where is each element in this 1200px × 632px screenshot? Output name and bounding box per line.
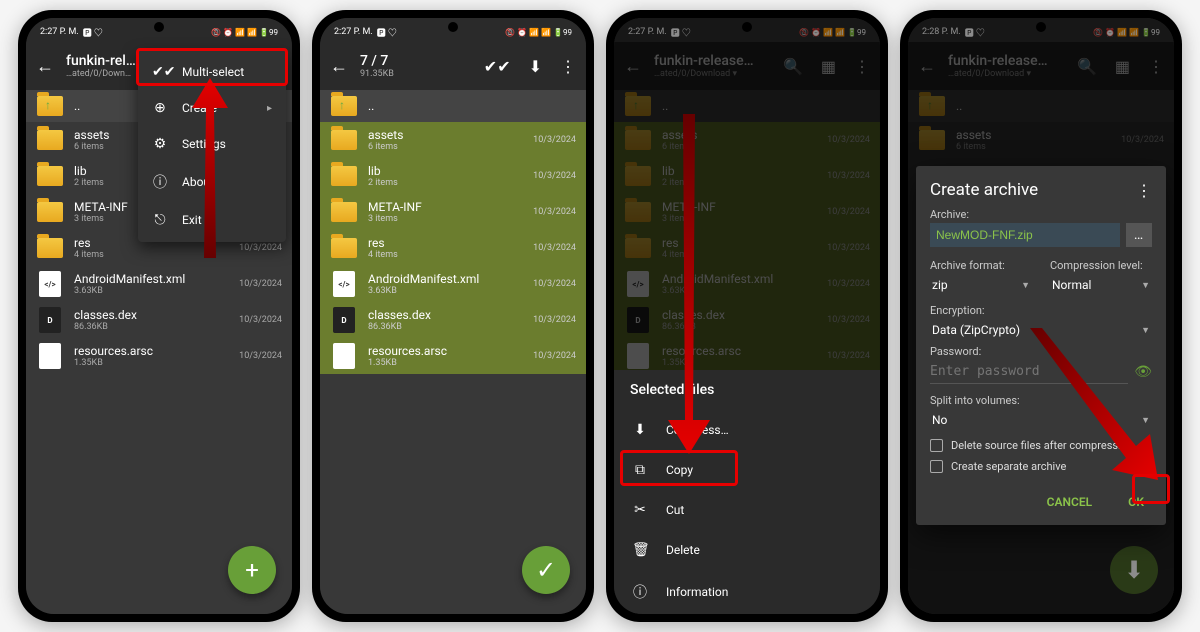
create-archive-dialog: Create archive ⋮ Archive: … Archive form… xyxy=(916,166,1166,525)
sheet-compress[interactable]: ⬇ Compress… xyxy=(614,410,880,450)
plus-circle-icon: ⊕ xyxy=(152,100,168,116)
separate-archive-checkbox[interactable]: Create separate archive xyxy=(930,460,1152,473)
split-volumes-select[interactable]: No▼ xyxy=(930,409,1152,431)
menu-about[interactable]: ⓘ About xyxy=(138,162,286,202)
archive-label: Archive: xyxy=(930,208,1152,221)
exit-icon: ⎋ xyxy=(152,212,168,228)
cut-icon: ✂ xyxy=(632,502,648,518)
chevron-right-icon: ▸ xyxy=(267,103,272,114)
chevron-down-icon: ▼ xyxy=(1021,280,1030,291)
menu-settings[interactable]: ⚙ Settings xyxy=(138,126,286,162)
multi-select-icon: ✔✔ xyxy=(152,64,168,80)
list-item[interactable]: resources.arsc1.35KB 10/3/2024 xyxy=(320,338,586,374)
sheet-delete[interactable]: 🗑 Delete xyxy=(614,530,880,570)
list-item[interactable]: D classes.dex86.36KB 10/3/2024 xyxy=(320,302,586,338)
overflow-icon[interactable]: ⋮ xyxy=(560,57,576,76)
sheet-title: Selected files xyxy=(614,370,880,410)
menu-create[interactable]: ⊕ Create ▸ xyxy=(138,90,286,126)
gear-icon: ⚙ xyxy=(152,136,168,152)
archive-format-select[interactable]: zip▼ xyxy=(930,274,1032,296)
menu-exit[interactable]: ⎋ Exit xyxy=(138,202,286,238)
sheet-information[interactable]: ⓘ Information xyxy=(614,570,880,614)
compression-level-select[interactable]: Normal▼ xyxy=(1050,274,1152,296)
back-icon[interactable]: ← xyxy=(330,56,348,77)
list-item[interactable]: </> AndroidManifest.xml3.63KB 10/3/2024 xyxy=(26,266,292,302)
menu-multi-select[interactable]: ✔✔ Multi-select xyxy=(138,54,286,90)
cancel-button[interactable]: CANCEL xyxy=(1039,489,1100,515)
fab-add[interactable]: + xyxy=(228,546,276,594)
chevron-down-icon: ▼ xyxy=(1141,415,1150,426)
list-item[interactable]: META-INF3 items 10/3/2024 xyxy=(320,194,586,230)
archive-name-input[interactable] xyxy=(930,223,1120,247)
sheet-cut[interactable]: ✂ Cut xyxy=(614,490,880,530)
delete-source-checkbox[interactable]: Delete source files after compression xyxy=(930,439,1152,452)
password-input[interactable] xyxy=(930,360,1128,384)
eye-icon[interactable]: 👁 xyxy=(1134,364,1152,380)
trash-icon: 🗑 xyxy=(632,542,648,558)
dialog-title: Create archive xyxy=(930,180,1038,200)
fab-confirm[interactable]: ✓ xyxy=(522,546,570,594)
compress-icon: ⬇ xyxy=(632,422,648,438)
list-item[interactable]: assets6 items 10/3/2024 xyxy=(320,122,586,158)
encryption-select[interactable]: Data (ZipCrypto)▼ xyxy=(930,319,1152,341)
chevron-down-icon: ▼ xyxy=(1141,280,1150,291)
selection-count: 7 / 7 xyxy=(360,53,466,69)
download-icon[interactable]: ⬇ xyxy=(529,57,542,76)
info-icon: ⓘ xyxy=(632,582,648,602)
list-item[interactable]: lib2 items 10/3/2024 xyxy=(320,158,586,194)
info-icon: ⓘ xyxy=(152,172,168,192)
selection-size: 91.35KB xyxy=(360,69,466,79)
bottom-sheet: Selected files ⬇ Compress… ⧉ Copy ✂ Cut … xyxy=(614,370,880,614)
copy-icon: ⧉ xyxy=(632,462,648,478)
list-item[interactable]: D classes.dex86.36KB 10/3/2024 xyxy=(26,302,292,338)
sheet-copy[interactable]: ⧉ Copy xyxy=(614,450,880,490)
list-item[interactable]: resources.arsc1.35KB 10/3/2024 xyxy=(26,338,292,374)
select-all-icon[interactable]: ✔✔ xyxy=(484,57,511,76)
list-item[interactable]: </> AndroidManifest.xml3.63KB 10/3/2024 xyxy=(320,266,586,302)
overflow-menu: ✔✔ Multi-select ⊕ Create ▸ ⚙ Settings ⓘ … xyxy=(138,50,286,242)
ok-button[interactable]: OK xyxy=(1120,489,1152,515)
parent-dir[interactable]: ↑ .. xyxy=(320,90,586,122)
chevron-down-icon: ▼ xyxy=(1141,325,1150,336)
overflow-icon[interactable]: ⋮ xyxy=(1136,181,1152,200)
back-icon[interactable]: ← xyxy=(36,56,54,77)
list-item[interactable]: res4 items 10/3/2024 xyxy=(320,230,586,266)
browse-button[interactable]: … xyxy=(1126,223,1152,247)
